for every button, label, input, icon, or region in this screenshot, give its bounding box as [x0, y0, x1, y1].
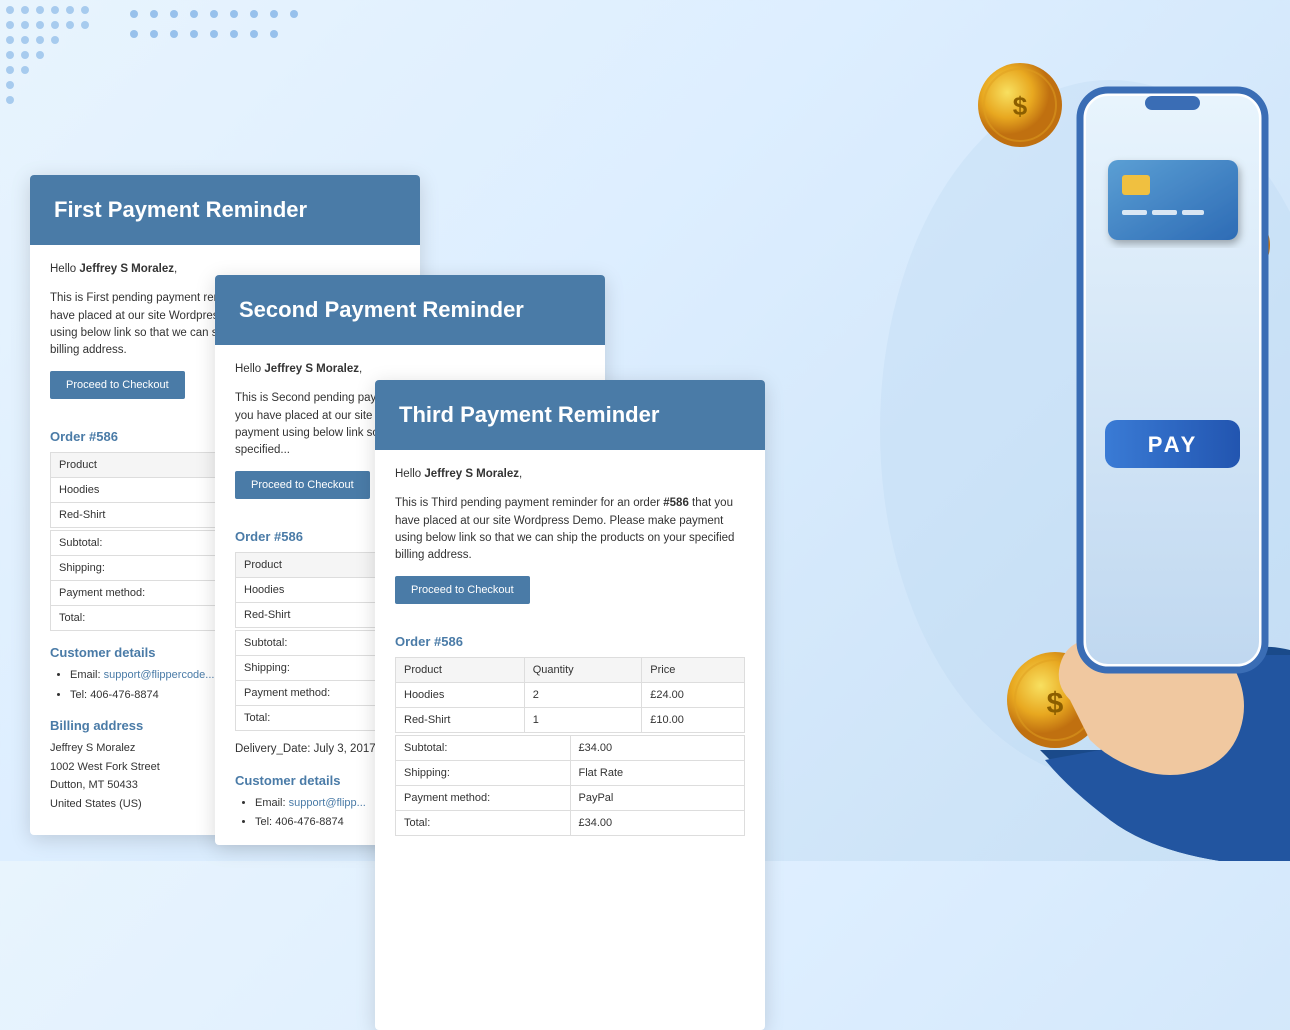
card-3-checkout-button[interactable]: Proceed to Checkout	[395, 576, 530, 604]
product-cell: Red-Shirt	[51, 503, 233, 528]
svg-text:PAY: PAY	[1148, 432, 1199, 457]
customer-email-link[interactable]: support@flippercode...	[104, 669, 215, 681]
product-cell: Hoodies	[396, 683, 525, 708]
card-2-title: Second Payment Reminder	[239, 297, 524, 322]
col-product: Product	[51, 453, 233, 478]
svg-text:$: $	[1047, 687, 1064, 720]
quantity-cell: 2	[524, 683, 642, 708]
quantity-cell: 1	[524, 708, 642, 733]
phone-illustration: $ $ $ PAY	[690, 0, 1290, 861]
col-quantity: Quantity	[524, 658, 642, 683]
dots-decoration	[130, 10, 298, 38]
product-cell: Red-Shirt	[396, 708, 525, 733]
card-1-header: First Payment Reminder	[30, 175, 420, 245]
card-2-greeting: Hello Jeffrey S Moralez,	[235, 361, 585, 378]
col-product: Product	[396, 658, 525, 683]
customer-email-link[interactable]: support@flipp...	[289, 797, 366, 809]
corner-decoration	[0, 0, 130, 160]
card-2-header: Second Payment Reminder	[215, 275, 605, 345]
product-cell: Hoodies	[51, 478, 233, 503]
card-3-title: Third Payment Reminder	[399, 402, 659, 427]
card-2-checkout-button[interactable]: Proceed to Checkout	[235, 471, 370, 499]
card-1-checkout-button[interactable]: Proceed to Checkout	[50, 371, 185, 399]
svg-text:$: $	[1013, 91, 1028, 121]
card-1-title: First Payment Reminder	[54, 197, 307, 222]
